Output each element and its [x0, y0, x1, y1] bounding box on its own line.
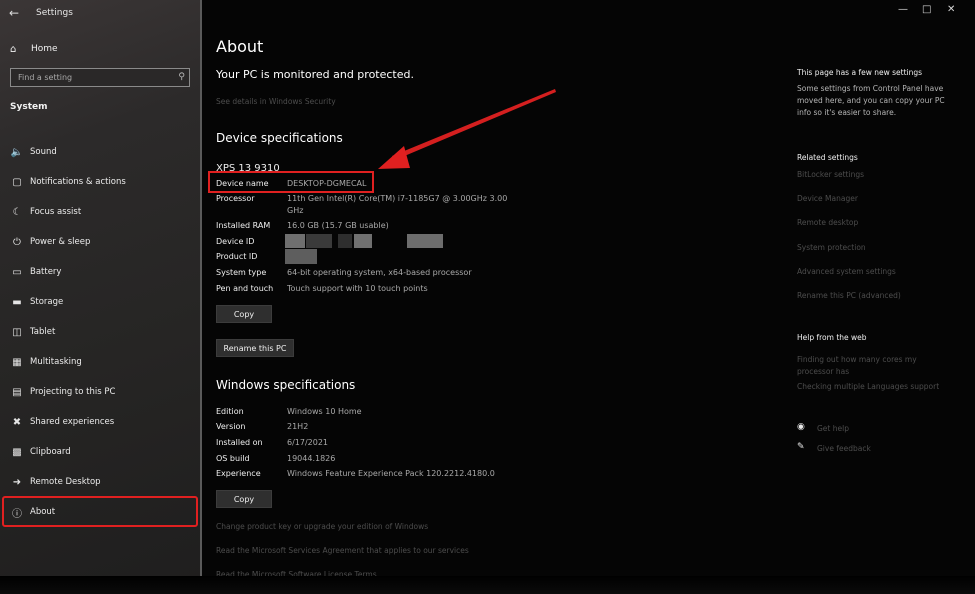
bottom-bar [0, 576, 975, 594]
annotation-overlay [378, 89, 556, 169]
red-arrow-shaft [392, 89, 556, 160]
red-arrow-head [378, 146, 410, 169]
